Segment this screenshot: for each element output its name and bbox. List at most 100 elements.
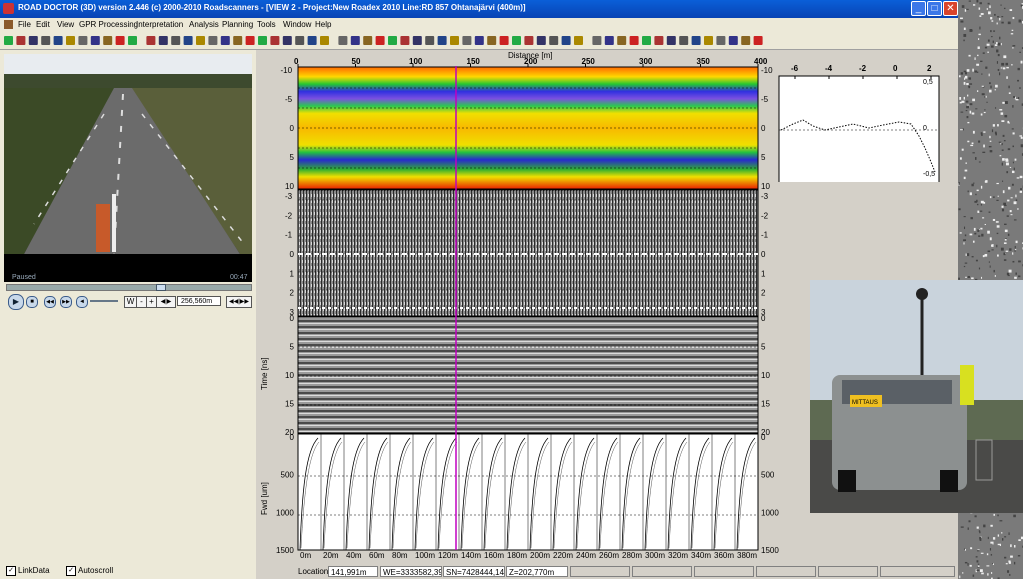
texture-speck <box>1001 149 1004 151</box>
texture-speck <box>1004 204 1007 207</box>
texture-speck <box>986 553 989 556</box>
texture-speck <box>976 560 979 563</box>
toolbar-icons[interactable] <box>4 33 784 49</box>
panel1-tick-label: -10 <box>761 66 773 75</box>
menu-view[interactable]: View <box>57 20 74 29</box>
texture-speck <box>989 265 991 268</box>
menu-analysis[interactable]: Analysis <box>189 20 219 29</box>
texture-speck <box>1001 162 1004 166</box>
texture-speck <box>1008 92 1011 94</box>
texture-speck <box>983 524 986 528</box>
toolbar-icon <box>270 36 280 45</box>
linkdata-check[interactable]: ✓ <box>6 566 16 576</box>
step-button[interactable]: ◀|▶ <box>156 296 176 308</box>
menu-help[interactable]: Help <box>315 20 331 29</box>
autoscroll-check[interactable]: ✓ <box>66 566 76 576</box>
side-chart-x-label: -2 <box>859 64 867 73</box>
play-button[interactable]: ▶ <box>8 294 24 310</box>
menu-planning[interactable]: Planning <box>222 20 253 29</box>
field-photo: MITTAUS <box>810 280 1023 513</box>
video-panel: Paused 00:47 ▶ ■ ◀◀ ▶▶ ◄ W - + ◀|▶ 256,5… <box>0 50 256 579</box>
texture-speck <box>969 103 973 106</box>
rewind-button[interactable]: ◀◀ <box>44 296 56 308</box>
texture-speck <box>991 129 994 133</box>
texture-speck <box>991 244 994 247</box>
texture-speck <box>968 0 971 2</box>
fwd-x-label: 160m <box>484 551 504 560</box>
document-icon <box>4 20 13 29</box>
fwd-x-label: 260m <box>599 551 619 560</box>
texture-speck <box>976 63 980 66</box>
toolbar-icon <box>474 36 484 45</box>
texture-speck <box>999 36 1001 40</box>
menu-window[interactable]: Window <box>283 20 311 29</box>
texture-speck <box>997 195 999 197</box>
texture-speck <box>981 572 984 575</box>
texture-speck <box>971 112 975 115</box>
fwd-x-label: 200m <box>530 551 550 560</box>
texture-speck <box>988 211 991 213</box>
texture-speck <box>990 45 994 48</box>
restore-button[interactable]: □ <box>927 1 942 16</box>
texture-speck <box>966 253 970 257</box>
texture-speck <box>983 144 985 148</box>
texture-speck <box>975 108 978 110</box>
texture-speck <box>975 259 978 262</box>
texture-speck <box>979 26 981 30</box>
texture-speck <box>996 49 999 53</box>
status-field-6 <box>880 566 955 577</box>
texture-speck <box>963 27 966 30</box>
toolbar-icon <box>642 36 651 45</box>
minimize-button[interactable]: _ <box>911 1 926 16</box>
panel1-tick-label: -10 <box>281 66 293 75</box>
toolbar-icon <box>450 36 459 45</box>
texture-speck <box>981 276 983 279</box>
side-chart-y-label: 0,5 <box>923 79 933 86</box>
video-viewer[interactable]: Paused 00:47 <box>4 54 252 282</box>
texture-speck <box>1010 197 1013 199</box>
texture-speck <box>1000 4 1002 6</box>
texture-speck <box>970 547 973 550</box>
volume-slider[interactable] <box>90 300 118 302</box>
texture-speck <box>1004 229 1008 233</box>
menu-tools[interactable]: Tools <box>257 20 276 29</box>
stop-button[interactable]: ■ <box>26 296 38 308</box>
menu-edit[interactable]: Edit <box>36 20 50 29</box>
panel2-tick-label: 0 <box>761 250 766 259</box>
menu-file[interactable]: File <box>18 20 31 29</box>
van-label: MITTAUS <box>852 400 878 406</box>
jump-button[interactable]: ◀◀|▶▶ <box>226 296 252 308</box>
menu-interpretation[interactable]: Interpretation <box>136 20 183 29</box>
volume-icon[interactable]: ◄ <box>76 296 88 308</box>
toolbar-icon <box>741 36 751 45</box>
autoscroll-label: Autoscroll <box>78 566 114 575</box>
texture-speck <box>1009 166 1012 168</box>
texture-speck <box>1007 21 1011 25</box>
texture-speck <box>972 98 976 102</box>
texture-speck <box>987 536 989 540</box>
texture-speck <box>978 161 981 163</box>
texture-speck <box>966 83 969 86</box>
panel4-tick-label: 0 <box>290 433 295 442</box>
toolbar-icon <box>307 36 317 45</box>
position-field[interactable]: 256,560m <box>177 296 221 306</box>
texture-speck <box>964 262 968 264</box>
close-button[interactable]: ✕ <box>943 1 958 16</box>
panel1-tick-label: 0 <box>290 124 295 133</box>
texture-speck <box>1001 21 1004 24</box>
texture-speck <box>982 151 986 154</box>
menu-gpr-processing[interactable]: GPR Processing <box>79 20 138 29</box>
video-seek-bar[interactable] <box>6 284 252 291</box>
status-field-3 <box>694 566 754 577</box>
texture-speck <box>972 68 974 72</box>
texture-speck <box>959 96 962 100</box>
panel1-tick-label: 10 <box>761 182 770 191</box>
texture-speck <box>965 162 967 164</box>
texture-speck <box>1015 199 1018 201</box>
fwd-x-label: 340m <box>691 551 711 560</box>
texture-speck <box>1003 242 1007 244</box>
forward-button[interactable]: ▶▶ <box>60 296 72 308</box>
toolbar-icon <box>691 36 701 45</box>
panel2-tick-label: -3 <box>761 192 769 201</box>
seek-thumb[interactable] <box>155 284 166 291</box>
